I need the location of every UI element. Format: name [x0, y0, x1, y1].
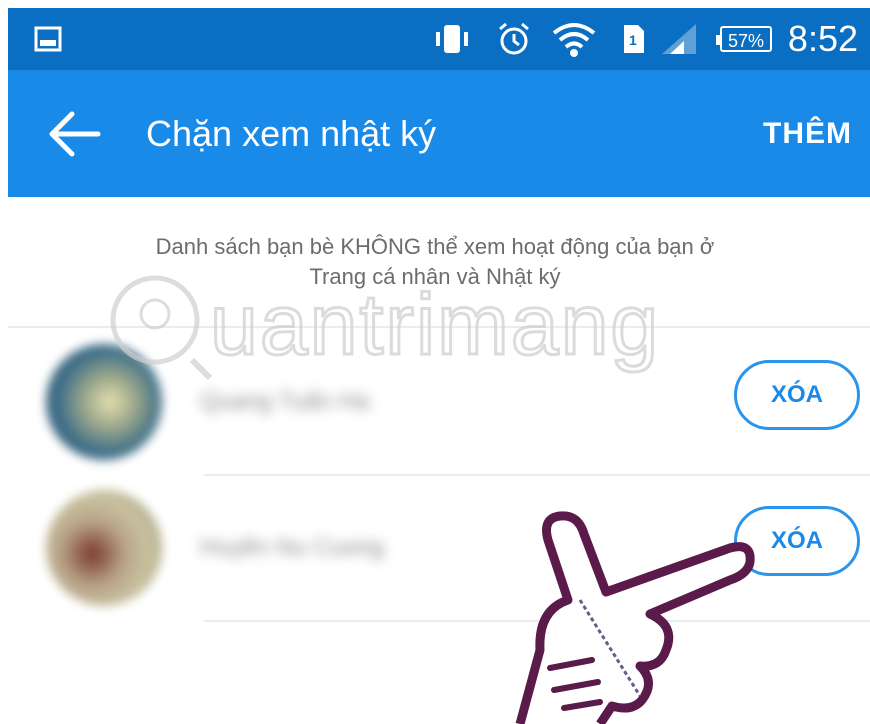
delete-button[interactable]: XÓA	[734, 360, 860, 430]
list-item: Huyền Nu Cuong XÓA	[0, 478, 870, 618]
arrow-left-icon	[49, 111, 101, 157]
battery-level: 57%	[727, 31, 765, 51]
alarm-icon	[496, 8, 532, 70]
add-button[interactable]: THÊM	[763, 70, 852, 197]
image-icon	[34, 8, 62, 70]
battery-icon: 57%	[716, 26, 772, 52]
clock: 8:52	[787, 18, 858, 59]
svg-text:1: 1	[629, 32, 637, 48]
app-bar: Chặn xem nhật ký THÊM	[8, 70, 870, 197]
divider	[8, 326, 870, 328]
vibrate-icon	[432, 8, 472, 70]
avatar	[46, 490, 162, 606]
signal-icon	[660, 8, 700, 70]
contact-name: Quang Tuấn Ha	[200, 388, 370, 415]
contact-name: Huyền Nu Cuong	[200, 534, 385, 561]
wifi-icon	[550, 8, 598, 70]
avatar	[46, 344, 162, 460]
divider	[204, 620, 870, 622]
info-text: Danh sách bạn bè KHÔNG thể xem hoạt động…	[0, 232, 870, 292]
info-line-1: Danh sách bạn bè KHÔNG thể xem hoạt động…	[155, 234, 715, 259]
sim-icon: 1	[622, 8, 646, 70]
back-button[interactable]	[44, 106, 104, 162]
delete-button[interactable]: XÓA	[734, 506, 860, 576]
status-bar: 1 57% 8:52	[8, 8, 870, 70]
page-title: Chặn xem nhật ký	[146, 113, 437, 154]
info-line-2: Trang cá nhân và Nhật ký	[309, 264, 561, 289]
list-item: Quang Tuấn Ha XÓA	[0, 332, 870, 472]
divider	[204, 474, 870, 476]
